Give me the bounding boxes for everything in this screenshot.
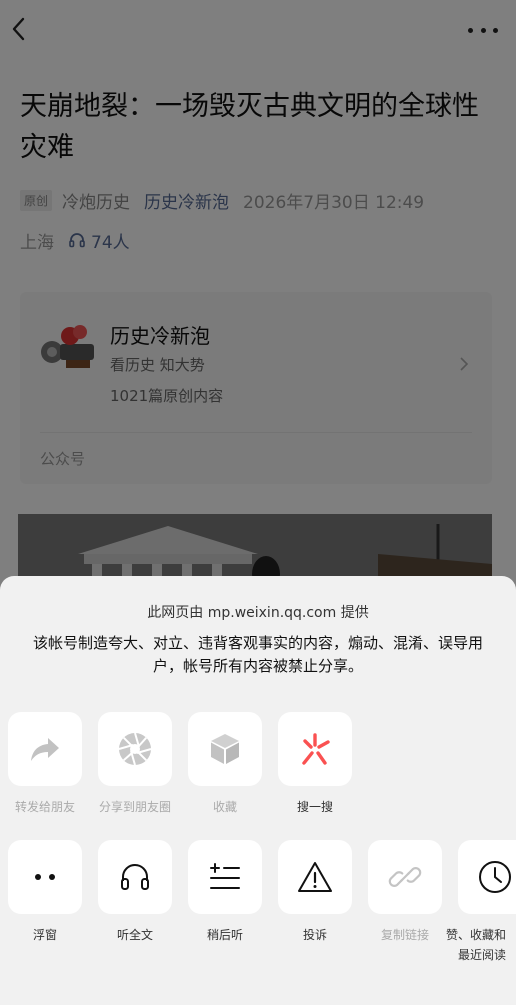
listen-full-tile xyxy=(98,840,172,914)
search-one-search-icon xyxy=(302,733,330,765)
favorite-tile xyxy=(188,712,262,786)
float-window-icon xyxy=(35,874,55,880)
warning-triangle-icon xyxy=(298,862,332,892)
page-provider-note: 此网页由 mp.weixin.qq.com 提供 xyxy=(147,605,369,621)
moments-tile xyxy=(98,712,172,786)
account-warning: 该帐号制造夸大、对立、违背客观事实的内容，煽动、混淆、误导用户，帐号所有内容被禁… xyxy=(32,634,483,675)
share-action-sheet: 此网页由 mp.weixin.qq.com 提供 该帐号制造夸大、对立、违背客观… xyxy=(0,576,516,1005)
headphones-icon xyxy=(121,864,149,890)
complaint-tile xyxy=(278,840,352,914)
listen-later-tile xyxy=(188,840,262,914)
forward-tile xyxy=(8,712,82,786)
moments-icon xyxy=(118,732,152,766)
search-tile xyxy=(278,712,352,786)
listen-later-icon xyxy=(210,863,240,889)
float-window-tile xyxy=(8,840,82,914)
copy-link-label: 复制链接 xyxy=(380,928,429,942)
recent-reading-label: 赞、收藏和 xyxy=(446,928,507,942)
copy-link-tile xyxy=(368,840,442,914)
search-label: 搜一搜 xyxy=(296,800,333,814)
recent-reading-tile xyxy=(458,840,516,914)
favorite-cube-icon xyxy=(211,734,239,764)
forward-icon xyxy=(31,738,59,761)
bottom-safe-area xyxy=(0,989,516,1005)
clock-icon xyxy=(479,861,511,893)
link-icon xyxy=(388,867,422,887)
recent-reading-label-line2: 最近阅读 xyxy=(458,948,507,962)
